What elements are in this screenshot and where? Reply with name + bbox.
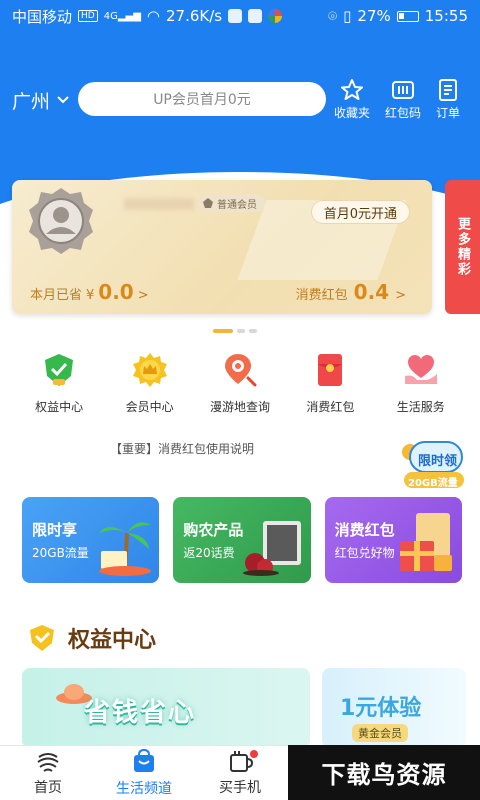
app-notification-icon [248,9,263,23]
app-notification-icon [268,9,283,23]
redpack-code-button[interactable]: 红包码 [385,78,421,121]
redpack-balance[interactable]: 消费红包 0.4 > [296,280,406,304]
promo-farm-products[interactable]: 购农产品 返20话费 [173,497,311,583]
star-icon [341,79,363,100]
benefit-gold-member-banner[interactable]: 1元体验 黄金会员 [322,668,466,748]
barcode-icon [392,81,414,99]
benefit-text: 1元体验 [340,696,422,721]
rights-center-section-header: 权益中心 [28,622,156,654]
network-chip: HD [78,10,98,22]
carousel-dot [213,329,233,333]
avatar[interactable] [26,186,96,256]
service-label: 生活服务 [396,400,445,414]
redpack-label: 消费红包 [295,288,348,303]
red-envelope-icon [318,354,343,386]
app-notification-icon [228,9,243,23]
saved-arrow: > [137,288,149,303]
promo-banners: 限时享 20GB流量 购农产品 返20话费 消费红包 红包兑好物 [22,497,462,583]
service-label: 消费红包 [306,400,355,414]
monthly-saved[interactable]: 本月已省 ¥ 0.0 > [30,280,149,304]
nav-label: 首页 [34,780,62,796]
top-bar: 广州 UP会员首月0元 收藏夹 红包码 订单 [0,78,480,122]
service-roaming-query[interactable]: 漫游地查询 [200,352,280,422]
rights-badge-icon [30,625,54,651]
favorites-button[interactable]: 收藏夹 [334,78,370,121]
location-search-icon [224,354,257,387]
limited-offer-badge[interactable]: 限时领 20GB流量 [400,438,466,492]
saved-value: 0.0 [98,280,134,304]
carousel-dot [237,329,245,333]
clock: 15:55 [424,7,468,25]
shopping-bag-icon [134,748,154,772]
search-placeholder: UP会员首月0元 [153,92,251,108]
nav-label: 生活频道 [116,781,172,797]
nav-label: 买手机 [219,780,261,796]
battery-percent: 27% [357,7,391,25]
net-speed: 27.6K/s [166,7,223,25]
carrier-label: 中国移动 [12,7,73,26]
chevron-down-icon [57,96,69,104]
orders-label: 订单 [436,106,461,120]
more-highlights-tab[interactable]: 更多精彩 [445,180,480,314]
redpack-code-label: 红包码 [385,106,422,120]
redpack-arrow: > [395,288,406,303]
benefit-banners: 省钱省心 1元体验 黄金会员 [22,668,480,748]
service-rights-center[interactable]: 权益中心 [19,352,99,422]
crown-medal-icon [132,353,167,387]
service-grid: 权益中心 会员中心 漫游地查询 消费红包 生活服务 [0,352,480,422]
service-label: 权益中心 [35,400,84,414]
status-bar: 中国移动 HD 4G▂▄▆ ◠ 27.6K/s ⌾ ▯ 27% 15:55 [0,0,480,32]
gift-envelope-icon [399,513,452,571]
member-card[interactable]: 普通会员 首月0元开通 本月已省 ¥ 0.0 > 消费红包 0.4 > [12,180,432,314]
favorites-label: 收藏夹 [334,106,371,120]
member-level-label: 普通会员 [217,199,257,211]
member-level-badge: 普通会员 [198,194,265,212]
service-life-services[interactable]: 生活服务 [381,352,461,422]
notice-link[interactable]: 【重要】消费红包使用说明 [110,440,254,457]
search-input[interactable]: UP会员首月0元 [78,82,326,116]
carousel-indicator [213,329,257,333]
home-logo-icon [37,753,59,772]
location-icon: ⌾ [328,7,338,25]
service-member-center[interactable]: 会员中心 [110,352,190,422]
city-selector[interactable]: 广州 [12,87,70,114]
order-list-icon [439,79,457,101]
service-red-envelope[interactable]: 消费红包 [290,352,370,422]
orders-button[interactable]: 订单 [436,78,460,121]
promo-red-envelope-gifts[interactable]: 消费红包 红包兑好物 [324,497,462,583]
nav-life-channel[interactable]: 生活频道 [96,746,192,800]
nav-home[interactable]: 首页 [0,746,96,800]
carousel-dot [249,329,257,333]
saved-currency: ¥ [86,288,95,303]
benefit-save-money-banner[interactable]: 省钱省心 [22,668,310,748]
service-label: 漫游地查询 [209,400,270,414]
pentagon-badge-icon [203,198,213,208]
nav-buy-phone[interactable]: 买手机 [192,746,288,800]
signal-icon: 4G▂▄▆ [103,10,141,22]
promo-20gb-data[interactable]: 限时享 20GB流量 [22,497,160,583]
rights-shield-icon [45,354,74,386]
gift-box-icon [242,521,301,576]
battery-icon [396,10,419,22]
badge-line2: 20GB流量 [408,478,458,489]
badge-line1: 限时领 [418,454,458,469]
vibrate-icon: ▯ [343,7,352,25]
benefit-subtext: 黄金会员 [352,724,408,742]
service-label: 会员中心 [125,400,174,414]
city-label: 广州 [12,90,51,113]
user-name-hidden [124,198,194,210]
saved-label: 本月已省 [30,288,83,303]
palm-tree-gift-icon [99,522,152,576]
notification-dot [250,750,258,758]
redpack-value: 0.4 [353,280,390,304]
benefit-text: 省钱省心 [84,698,197,728]
heart-hand-icon [404,355,437,384]
wifi-icon: ◠ [146,7,161,25]
open-membership-button[interactable]: 首月0元开通 [310,200,410,224]
site-watermark: 下载鸟资源 [288,745,480,800]
section-title: 权益中心 [68,628,157,653]
